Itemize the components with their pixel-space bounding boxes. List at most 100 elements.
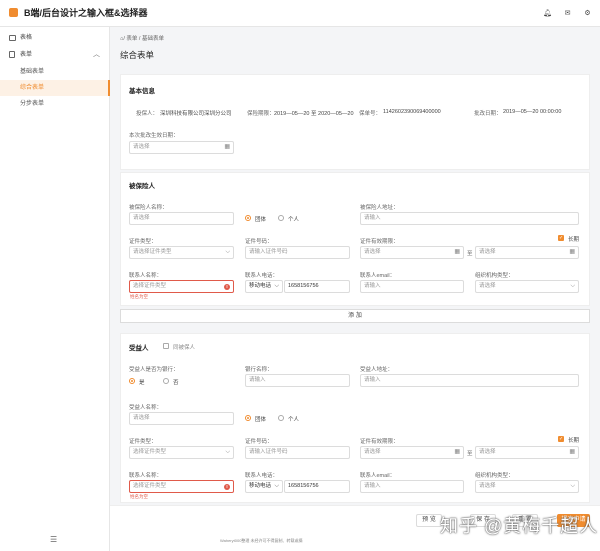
sidebar: 表格 表单 ︿ 基础表单 综合表单 分步表单 <box>0 27 110 551</box>
period-value: 2019—05—20 至 2020—05—20 <box>274 111 354 117</box>
placeholder: 选择证件类型 <box>133 449 167 455</box>
placeholder: 请选择 <box>364 249 381 255</box>
sidebar-subitem-label: 基础表单 <box>20 69 45 75</box>
bank-name-input[interactable]: 请输入 <box>245 374 350 387</box>
chevron-down-icon: ⌵ <box>570 283 575 289</box>
placeholder: 请输入 <box>364 283 381 289</box>
insurer-label: 投保人： <box>136 111 159 117</box>
contact-name-error: 姓名为空 <box>130 294 148 299</box>
radio-personal[interactable] <box>278 415 284 421</box>
placeholder: 请输入 <box>364 483 381 489</box>
idvalid-end-picker[interactable]: 请选择 ▦ <box>475 446 579 459</box>
phone-type-select[interactable]: 移动电话 ⌵ <box>245 280 283 293</box>
breadcrumb-path[interactable]: / 表单 / 基础表单 <box>123 36 164 42</box>
chevron-down-icon: ⌵ <box>225 449 230 455</box>
idtype-label: 证件类型： <box>129 239 157 245</box>
beneficiary-name-input[interactable]: 请选择 <box>129 412 234 425</box>
preview-button[interactable]: 预 览 <box>416 514 442 527</box>
sidebar-subitem-step-form[interactable]: 分步表单 <box>0 96 110 112</box>
placeholder: 请选择 <box>133 215 150 221</box>
idtype-select[interactable]: 选择证件类型 ⌵ <box>129 446 234 459</box>
idno-label: 证件号码： <box>245 239 273 245</box>
effective-date-picker[interactable]: 请选择 ▦ <box>129 141 234 154</box>
phone-type-value: 移动电话 <box>249 483 272 489</box>
insured-address-input[interactable]: 请输入 <box>360 212 579 225</box>
idvalid-start-picker[interactable]: 请选择 ▦ <box>360 446 464 459</box>
error-icon: ! <box>224 483 230 490</box>
placeholder: 选择证件类型 <box>133 483 167 489</box>
phone-value: 1658156756 <box>288 483 319 489</box>
email-input[interactable]: 请输入 <box>360 480 464 493</box>
phone-input[interactable]: 1658156756 <box>284 480 350 493</box>
approve-date-value: 2019—05—20 00:00:00 <box>503 109 562 115</box>
add-button[interactable]: 添 加 <box>120 309 590 323</box>
is-bank-label: 受益人是否为银行： <box>129 367 179 373</box>
idtype-select[interactable]: 请选择证件类型 ⌵ <box>129 246 234 259</box>
longterm-checkbox[interactable]: ✓ <box>558 235 564 241</box>
effective-date-label: 本次批改生效日期： <box>129 133 179 139</box>
table-icon <box>9 35 16 41</box>
period-label: 保险期限： <box>247 111 275 117</box>
phone-label: 联系人电话： <box>245 273 279 279</box>
placeholder: 请选择 <box>133 144 150 150</box>
phone-value: 1658156756 <box>288 283 319 289</box>
bell-icon[interactable]: 🔔︎ <box>543 9 552 18</box>
insured-name-input[interactable]: 请选择 <box>129 212 234 225</box>
approve-date-label: 批改日期： <box>474 111 502 117</box>
settings-icon[interactable]: ⚙ <box>583 9 592 18</box>
sidebar-subitem-composite-form[interactable]: 综合表单 <box>0 80 110 96</box>
mail-icon[interactable]: ✉ <box>563 9 572 18</box>
placeholder: 请选择证件类型 <box>133 249 172 255</box>
sidebar-item-form[interactable]: 表单 ︿ <box>0 47 110 63</box>
radio-personal[interactable] <box>278 215 284 221</box>
calendar-icon: ▦ <box>224 144 230 150</box>
collapse-icon[interactable]: ☰ <box>50 535 57 544</box>
bank-name-label: 银行名称： <box>245 367 273 373</box>
radio-personal-label: 个人 <box>288 417 300 423</box>
org-type-select[interactable]: 请选择 ⌵ <box>475 280 579 293</box>
calendar-icon: ▦ <box>569 449 575 455</box>
contact-name-input[interactable]: 选择证件类型! <box>129 480 234 493</box>
phone-input[interactable]: 1658156756 <box>284 280 350 293</box>
longterm-checkbox[interactable]: ✓ <box>558 436 564 442</box>
contact-name-label: 联系人名称： <box>129 273 163 279</box>
basic-info-card <box>120 74 590 170</box>
watermark: 知乎 @黄梅千超人 <box>440 516 599 536</box>
idvalid-start-picker[interactable]: 请选择 ▦ <box>360 246 464 259</box>
idno-label: 证件号码： <box>245 439 273 445</box>
radio-yes[interactable] <box>129 378 135 384</box>
sidebar-subitem-basic-form[interactable]: 基础表单 <box>0 64 110 80</box>
same-as-insured-checkbox[interactable] <box>163 343 169 349</box>
contact-name-label: 联系人名称： <box>129 473 163 479</box>
page-title: 综合表单 <box>120 50 155 60</box>
placeholder: 请选择 <box>364 449 381 455</box>
chevron-down-icon: ⌵ <box>570 483 575 489</box>
calendar-icon: ▦ <box>454 249 460 255</box>
range-separator: 至 <box>467 251 473 257</box>
contact-name-input[interactable]: 选择证件类型! <box>129 280 234 293</box>
longterm-label: 长期 <box>568 237 580 243</box>
placeholder: 请输入证件号码 <box>249 449 288 455</box>
radio-yes-label: 是 <box>139 380 145 386</box>
sidebar-item-table[interactable]: 表格 <box>0 30 110 46</box>
beneficiary-address-input[interactable]: 请输入 <box>360 374 579 387</box>
radio-group[interactable] <box>245 415 251 421</box>
radio-no[interactable] <box>163 378 169 384</box>
policy-label: 保单号： <box>359 111 382 117</box>
insured-address-label: 被保险人地址： <box>360 205 399 211</box>
email-input[interactable]: 请输入 <box>360 280 464 293</box>
email-label: 联系人email： <box>360 473 396 479</box>
beneficiary-name-label: 受益人名称： <box>129 405 163 411</box>
org-type-select[interactable]: 请选择 ⌵ <box>475 480 579 493</box>
radio-group[interactable] <box>245 215 251 221</box>
idno-input[interactable]: 请输入证件号码 <box>245 446 350 459</box>
radio-group-label: 团体 <box>255 417 267 423</box>
phone-type-select[interactable]: 移动电话 ⌵ <box>245 480 283 493</box>
longterm-label: 长期 <box>568 438 580 444</box>
idno-input[interactable]: 请输入证件号码 <box>245 246 350 259</box>
email-label: 联系人email： <box>360 273 396 279</box>
chevron-down-icon: ⌵ <box>274 283 279 289</box>
idvalid-end-picker[interactable]: 请选择 ▦ <box>475 246 579 259</box>
sidebar-item-label: 表单 <box>20 52 33 58</box>
copyright-text: Waheryt000整理 未经许可不得复制、转载或摘 <box>220 538 303 543</box>
